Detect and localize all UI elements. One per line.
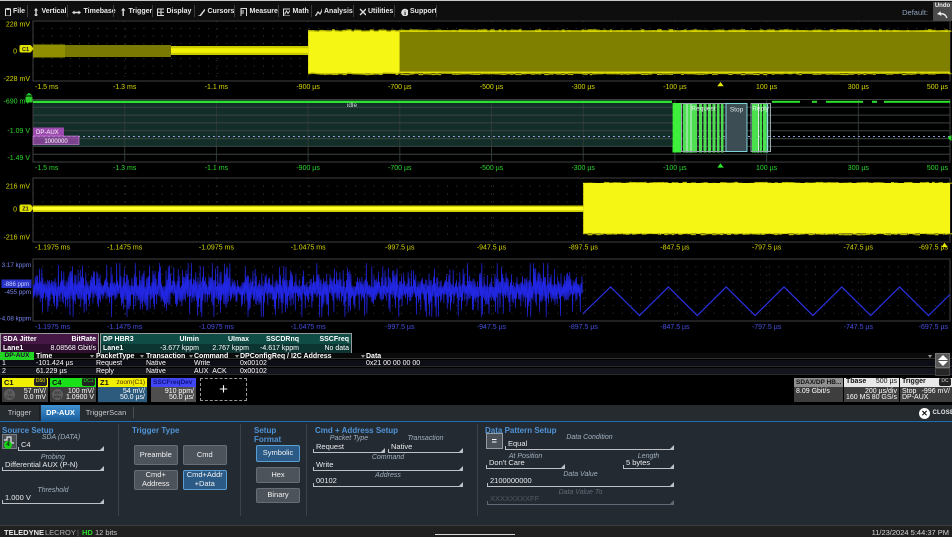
svg-text:-1.5 ms: -1.5 ms [35,84,59,91]
svg-text:C1: C1 [22,47,29,53]
svg-text:-455 ppm: -455 ppm [4,289,31,296]
svg-text:-1.49 V: -1.49 V [7,155,30,162]
svg-text:-500 µs: -500 µs [480,165,504,172]
svg-text:-1.0475 ms: -1.0475 ms [291,245,327,252]
svg-text:228 mV: 228 mV [6,22,30,29]
svg-text:-100 µs: -100 µs [663,165,687,172]
svg-text:i: i [404,10,406,16]
svg-text:-900 µs: -900 µs [296,165,320,172]
svg-text:Reply: Reply [752,106,769,113]
svg-text:idle: idle [347,102,358,109]
svg-text:-1.1 ms: -1.1 ms [205,165,229,172]
svg-text:-1.09 V: -1.09 V [7,128,30,135]
svg-text:-700 µs: -700 µs [388,165,412,172]
svg-text:-1.3 ms: -1.3 ms [113,84,137,91]
svg-text:DP-AUX: DP-AUX [36,130,59,136]
svg-text:-216 mV: -216 mV [4,235,31,242]
svg-text:-1.3 ms: -1.3 ms [113,165,137,172]
svg-text:-1.1975 ms: -1.1975 ms [35,245,71,252]
svg-text:-1.0975 ms: -1.0975 ms [199,324,235,331]
svg-text:-897.5 µs: -897.5 µs [569,324,599,331]
svg-text:-1.1475 ms: -1.1475 ms [107,324,143,331]
svg-text:-797.5 µs: -797.5 µs [752,245,782,252]
svg-text:-747.5 µs: -747.5 µs [844,245,874,252]
svg-text:-4.08 kppm: -4.08 kppm [0,316,31,323]
svg-text:-900 µs: -900 µs [296,84,320,91]
svg-text:-847.5 µs: -847.5 µs [660,245,690,252]
svg-text:500 µs: 500 µs [927,84,949,91]
svg-text:300 µs: 300 µs [848,165,870,172]
svg-text:-300 µs: -300 µs [571,165,595,172]
svg-text:Request: Request [691,106,715,113]
svg-text:-700 µs: -700 µs [388,84,412,91]
svg-text:-847.5 µs: -847.5 µs [660,324,690,331]
svg-text:Z1: Z1 [22,207,28,213]
svg-text:500 µs: 500 µs [927,165,949,172]
svg-text:300 µs: 300 µs [848,84,870,91]
svg-text:-228 mV: -228 mV [4,76,31,83]
svg-text:3.17 kppm: 3.17 kppm [2,262,31,269]
svg-text:-300 µs: -300 µs [571,84,595,91]
svg-text:-997.5 µs: -997.5 µs [385,324,415,331]
svg-text:Stop: Stop [730,107,744,114]
svg-text:100 µs: 100 µs [756,165,778,172]
svg-text:-797.5 µs: -797.5 µs [752,324,782,331]
svg-text:0: 0 [13,49,17,56]
svg-text:-1.1975 ms: -1.1975 ms [35,324,71,331]
svg-text:-1.1 ms: -1.1 ms [205,84,229,91]
svg-text:-697.5 µs: -697.5 µs [919,324,949,331]
svg-text:-1.1475 ms: -1.1475 ms [107,245,143,252]
svg-text:-747.5 µs: -747.5 µs [844,324,874,331]
svg-text:1000000: 1000000 [44,139,68,145]
svg-text:-897.5 µs: -897.5 µs [569,245,599,252]
svg-text:-1.0475 ms: -1.0475 ms [291,324,327,331]
svg-text:-947.5 µs: -947.5 µs [477,324,507,331]
svg-text:-100 µs: -100 µs [663,84,687,91]
svg-text:-947.5 µs: -947.5 µs [477,245,507,252]
svg-text:-1.0975 ms: -1.0975 ms [199,245,235,252]
svg-text:216 mV: 216 mV [6,184,30,191]
svg-text:-500 µs: -500 µs [480,84,504,91]
svg-text:-997.5 µs: -997.5 µs [385,245,415,252]
svg-text:-1.5 ms: -1.5 ms [35,165,59,172]
svg-text:0: 0 [13,207,17,214]
svg-text:-886 ppm: -886 ppm [4,282,29,288]
svg-text:100 µs: 100 µs [756,84,778,91]
